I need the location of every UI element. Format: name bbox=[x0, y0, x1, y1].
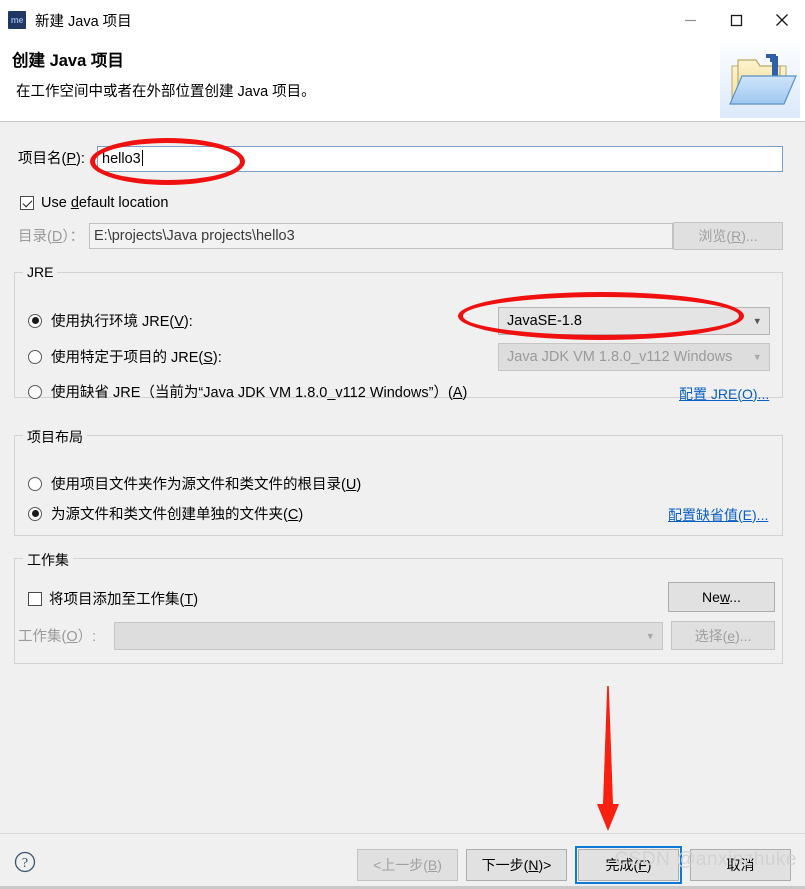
jre-project-specific-label: 使用特定于项目的 JRE(S): bbox=[51, 350, 222, 366]
directory-label-row: 目录(D）： bbox=[18, 225, 84, 246]
select-working-set-button-label: 选择(e)... bbox=[694, 627, 752, 644]
project-name-row: 项目名(P): bbox=[18, 147, 85, 168]
maximize-icon[interactable] bbox=[713, 0, 759, 40]
project-layout-root-radio[interactable] bbox=[28, 476, 42, 491]
svg-text:?: ? bbox=[22, 856, 28, 871]
next-button-label: 下一步(N)> bbox=[481, 857, 552, 873]
new-working-set-button-label: New... bbox=[702, 589, 741, 605]
jre-project-specific-combo-value: Java JDK VM 1.8.0_v112 Windows bbox=[507, 349, 733, 365]
chevron-down-icon: ▾ bbox=[754, 351, 760, 364]
add-to-working-set-checkbox[interactable] bbox=[28, 591, 42, 606]
project-layout-separate-radio[interactable] bbox=[28, 506, 42, 521]
text-caret bbox=[141, 150, 143, 166]
help-icon[interactable]: ? bbox=[14, 851, 36, 876]
jre-execution-environment-radio[interactable] bbox=[28, 313, 42, 328]
project-layout-root-label: 使用项目文件夹作为源文件和类文件的根目录(U) bbox=[51, 477, 362, 493]
back-button-label: <上一步(B) bbox=[373, 857, 442, 873]
project-name-input[interactable]: hello3 bbox=[97, 146, 783, 172]
working-set-group-title: 工作集 bbox=[23, 550, 73, 570]
next-button[interactable]: 下一步(N)> bbox=[466, 849, 567, 881]
new-working-set-button[interactable]: New... bbox=[668, 582, 775, 612]
add-to-working-set-label: 将项目添加至工作集(T) bbox=[49, 592, 199, 608]
jre-default-radio[interactable] bbox=[28, 384, 42, 399]
project-layout-separate-label: 为源文件和类文件创建单独的文件夹(C) bbox=[51, 507, 304, 523]
minimize-icon[interactable] bbox=[667, 0, 713, 40]
title-bar: me 新建 Java 项目 bbox=[0, 0, 805, 40]
project-layout-option-root[interactable]: 使用项目文件夹作为源文件和类文件的根目录(U) bbox=[28, 473, 361, 494]
jre-project-specific-radio[interactable] bbox=[28, 349, 42, 364]
back-button[interactable]: <上一步(B) bbox=[357, 849, 458, 881]
directory-label: 目录(D）： bbox=[18, 229, 85, 245]
project-layout-group-title: 项目布局 bbox=[23, 427, 87, 447]
working-set-label-row: 工作集(O）: bbox=[18, 625, 96, 646]
jre-default-label: 使用缺省 JRE（当前为“Java JDK VM 1.8.0_v112 Wind… bbox=[51, 385, 468, 401]
watermark: CSDN @anxinzhuke bbox=[614, 849, 797, 870]
wizard-body: 项目名(P): hello3 Use default location 目录(D… bbox=[0, 122, 805, 833]
window-title: 新建 Java 项目 bbox=[35, 13, 132, 30]
use-default-location-label: Use default location bbox=[41, 195, 169, 211]
use-default-location-checkbox[interactable] bbox=[20, 196, 34, 210]
jre-execution-environment-combo-value: JavaSE-1.8 bbox=[507, 313, 582, 329]
configure-jre-link[interactable]: 配置 JRE(O)... bbox=[679, 384, 769, 404]
app-icon: me bbox=[8, 11, 26, 29]
browse-button-label: 浏览(R)... bbox=[698, 228, 758, 244]
configure-defaults-link[interactable]: 配置缺省值(E)... bbox=[668, 505, 768, 525]
jre-option-default[interactable]: 使用缺省 JRE（当前为“Java JDK VM 1.8.0_v112 Wind… bbox=[28, 381, 467, 402]
directory-value: E:\projects\Java projects\hello3 bbox=[94, 228, 295, 244]
window-controls bbox=[667, 0, 805, 40]
java-project-folder-icon bbox=[720, 38, 800, 121]
jre-execution-environment-label: 使用执行环境 JRE(V): bbox=[51, 314, 193, 330]
chevron-down-icon: ▾ bbox=[754, 315, 760, 328]
chevron-down-icon: ▾ bbox=[647, 630, 653, 643]
page-subtitle: 在工作空间中或者在外部位置创建 Java 项目。 bbox=[16, 84, 316, 100]
close-icon[interactable] bbox=[759, 0, 805, 40]
wizard-footer: ? <上一步(B) 下一步(N)> 完成(F) 取消 CSDN @anxinzh… bbox=[0, 833, 805, 889]
wizard-header: 创建 Java 项目 在工作空间中或者在外部位置创建 Java 项目。 bbox=[0, 38, 805, 122]
project-layout-option-separate[interactable]: 为源文件和类文件创建单独的文件夹(C) bbox=[28, 503, 303, 524]
project-name-label: 项目名(P): bbox=[18, 151, 85, 167]
jre-project-specific-combo[interactable]: Java JDK VM 1.8.0_v112 Windows ▾ bbox=[498, 343, 770, 371]
add-to-working-set-row[interactable]: 将项目添加至工作集(T) bbox=[28, 588, 198, 609]
use-default-location-row[interactable]: Use default location bbox=[20, 195, 168, 211]
page-title: 创建 Java 项目 bbox=[12, 52, 124, 70]
directory-input[interactable]: E:\projects\Java projects\hello3 bbox=[89, 223, 673, 249]
jre-option-project-specific[interactable]: 使用特定于项目的 JRE(S): bbox=[28, 346, 222, 367]
jre-group: JRE bbox=[14, 264, 783, 398]
browse-button[interactable]: 浏览(R)... bbox=[673, 222, 783, 250]
select-working-set-button[interactable]: 选择(e)... bbox=[671, 621, 775, 650]
project-name-value: hello3 bbox=[102, 151, 141, 167]
working-set-label: 工作集(O）: bbox=[18, 629, 97, 645]
working-set-combo[interactable]: ▾ bbox=[114, 622, 663, 650]
jre-execution-environment-combo[interactable]: JavaSE-1.8 ▾ bbox=[498, 307, 770, 335]
jre-group-title: JRE bbox=[23, 264, 58, 280]
jre-option-execution-environment[interactable]: 使用执行环境 JRE(V): bbox=[28, 310, 193, 331]
